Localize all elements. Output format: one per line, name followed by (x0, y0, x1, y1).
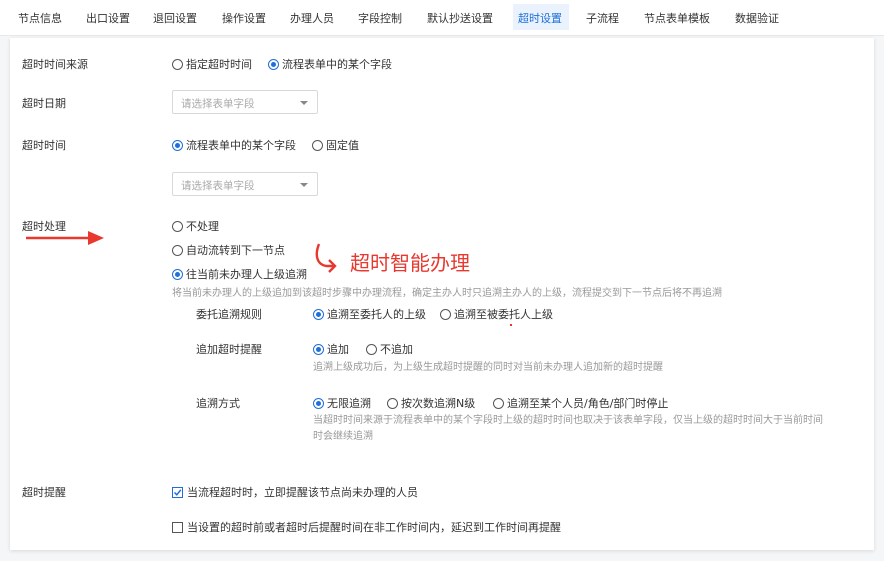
timeout-time-label: 超时时间 (22, 139, 66, 152)
settings-panel: 超时时间来源 指定超时时间 流程表单中的某个字段 超时日期 请选择表单字段 超时… (10, 38, 874, 550)
delegate-rule-option-delegator[interactable]: 追溯至委托人的上级 (313, 306, 426, 322)
trace-mode-option-stop-at[interactable]: 追溯至某个人员/角色/部门时停止 (493, 395, 668, 411)
tab-return-settings[interactable]: 退回设置 (153, 10, 197, 26)
timeout-time-option-fixed[interactable]: 固定值 (312, 137, 359, 153)
handling-option-trace-superior[interactable]: 往当前未办理人上级追溯 (172, 266, 307, 282)
red-dot (510, 324, 512, 326)
checkbox-icon[interactable] (172, 522, 183, 533)
radio-icon[interactable] (172, 221, 183, 232)
timeout-source-option-field[interactable]: 流程表单中的某个字段 (268, 56, 392, 72)
select-placeholder: 请选择表单字段 (181, 180, 255, 192)
delegate-rule-option-delegatee[interactable]: 追溯至被委托人上级 (440, 306, 553, 322)
radio-icon[interactable] (172, 245, 183, 256)
trace-mode-hint-line1: 当超时时间来源于流程表单中的某个字段时上级的超时时间也取决于该表单字段，仅当上级… (313, 415, 823, 426)
timeout-date-label: 超时日期 (22, 97, 66, 110)
select-placeholder: 请选择表单字段 (181, 98, 255, 110)
radio-icon[interactable] (387, 398, 398, 409)
delegate-rule-label: 委托追溯规则 (196, 308, 262, 321)
handling-hint: 将当前未办理人的上级追加到该超时步骤中办理流程，确定主办人时只追溯主办人的上级，… (172, 288, 722, 299)
tab-handlers[interactable]: 办理人员 (290, 10, 334, 26)
radio-selected-icon[interactable] (268, 59, 279, 70)
tab-node-form-template[interactable]: 节点表单模板 (644, 10, 710, 26)
radio-icon[interactable] (440, 309, 451, 320)
radio-selected-icon[interactable] (172, 269, 183, 280)
tab-default-cc[interactable]: 默认抄送设置 (427, 10, 493, 26)
tab-subprocess[interactable]: 子流程 (586, 10, 619, 26)
tab-data-validation[interactable]: 数据验证 (735, 10, 779, 26)
tab-exit-settings[interactable]: 出口设置 (86, 10, 130, 26)
handling-option-auto-next[interactable]: 自动流转到下一节点 (172, 242, 285, 258)
timeout-reminder-label: 超时提醒 (22, 486, 66, 499)
radio-selected-icon[interactable] (313, 398, 324, 409)
tab-node-info[interactable]: 节点信息 (18, 10, 62, 26)
tab-bar: 节点信息 出口设置 退回设置 操作设置 办理人员 字段控制 默认抄送设置 超时设… (0, 0, 884, 36)
radio-selected-icon[interactable] (313, 344, 324, 355)
hook-arrow-icon (315, 243, 337, 273)
radio-icon[interactable] (493, 398, 504, 409)
red-arrow-icon (26, 231, 104, 245)
handling-option-none[interactable]: 不处理 (172, 218, 219, 234)
reminder-delay-checkbox[interactable]: 当设置的超时前或者超时后提醒时间在非工作时间内，延迟到工作时间再提醒 (172, 519, 561, 535)
tab-operation-settings[interactable]: 操作设置 (222, 10, 266, 26)
append-reminder-option-no[interactable]: 不追加 (366, 341, 413, 357)
timeout-date-select[interactable]: 请选择表单字段 (172, 90, 318, 114)
annotation-text: 超时智能办理 (350, 251, 470, 275)
reminder-immediate-checkbox[interactable]: 当流程超时时，立即提醒该节点尚未办理的人员 (172, 484, 418, 500)
caret-down-icon (300, 183, 308, 187)
radio-icon[interactable] (312, 140, 323, 151)
trace-mode-label: 追溯方式 (196, 397, 240, 410)
timeout-time-option-field[interactable]: 流程表单中的某个字段 (172, 137, 296, 153)
timeout-source-label: 超时时间来源 (22, 58, 88, 71)
timeout-source-option-fixed[interactable]: 指定超时时间 (172, 56, 252, 72)
trace-mode-option-n-levels[interactable]: 按次数追溯N级 (387, 395, 475, 411)
append-reminder-hint: 追溯上级成功后，为上级生成超时提醒的同时对当前未办理人追加新的超时提醒 (313, 362, 663, 373)
caret-down-icon (300, 101, 308, 105)
append-reminder-label: 追加超时提醒 (196, 343, 262, 356)
timeout-time-select[interactable]: 请选择表单字段 (172, 172, 318, 196)
radio-selected-icon[interactable] (172, 140, 183, 151)
radio-icon[interactable] (366, 344, 377, 355)
trace-mode-hint-line2: 时会继续追溯 (313, 431, 373, 442)
trace-mode-option-unlimited[interactable]: 无限追溯 (313, 395, 371, 411)
checkbox-checked-icon[interactable] (172, 487, 183, 498)
append-reminder-option-yes[interactable]: 追加 (313, 341, 349, 357)
tab-timeout-settings[interactable]: 超时设置 (518, 10, 562, 26)
radio-selected-icon[interactable] (313, 309, 324, 320)
tab-field-control[interactable]: 字段控制 (358, 10, 402, 26)
radio-icon[interactable] (172, 59, 183, 70)
